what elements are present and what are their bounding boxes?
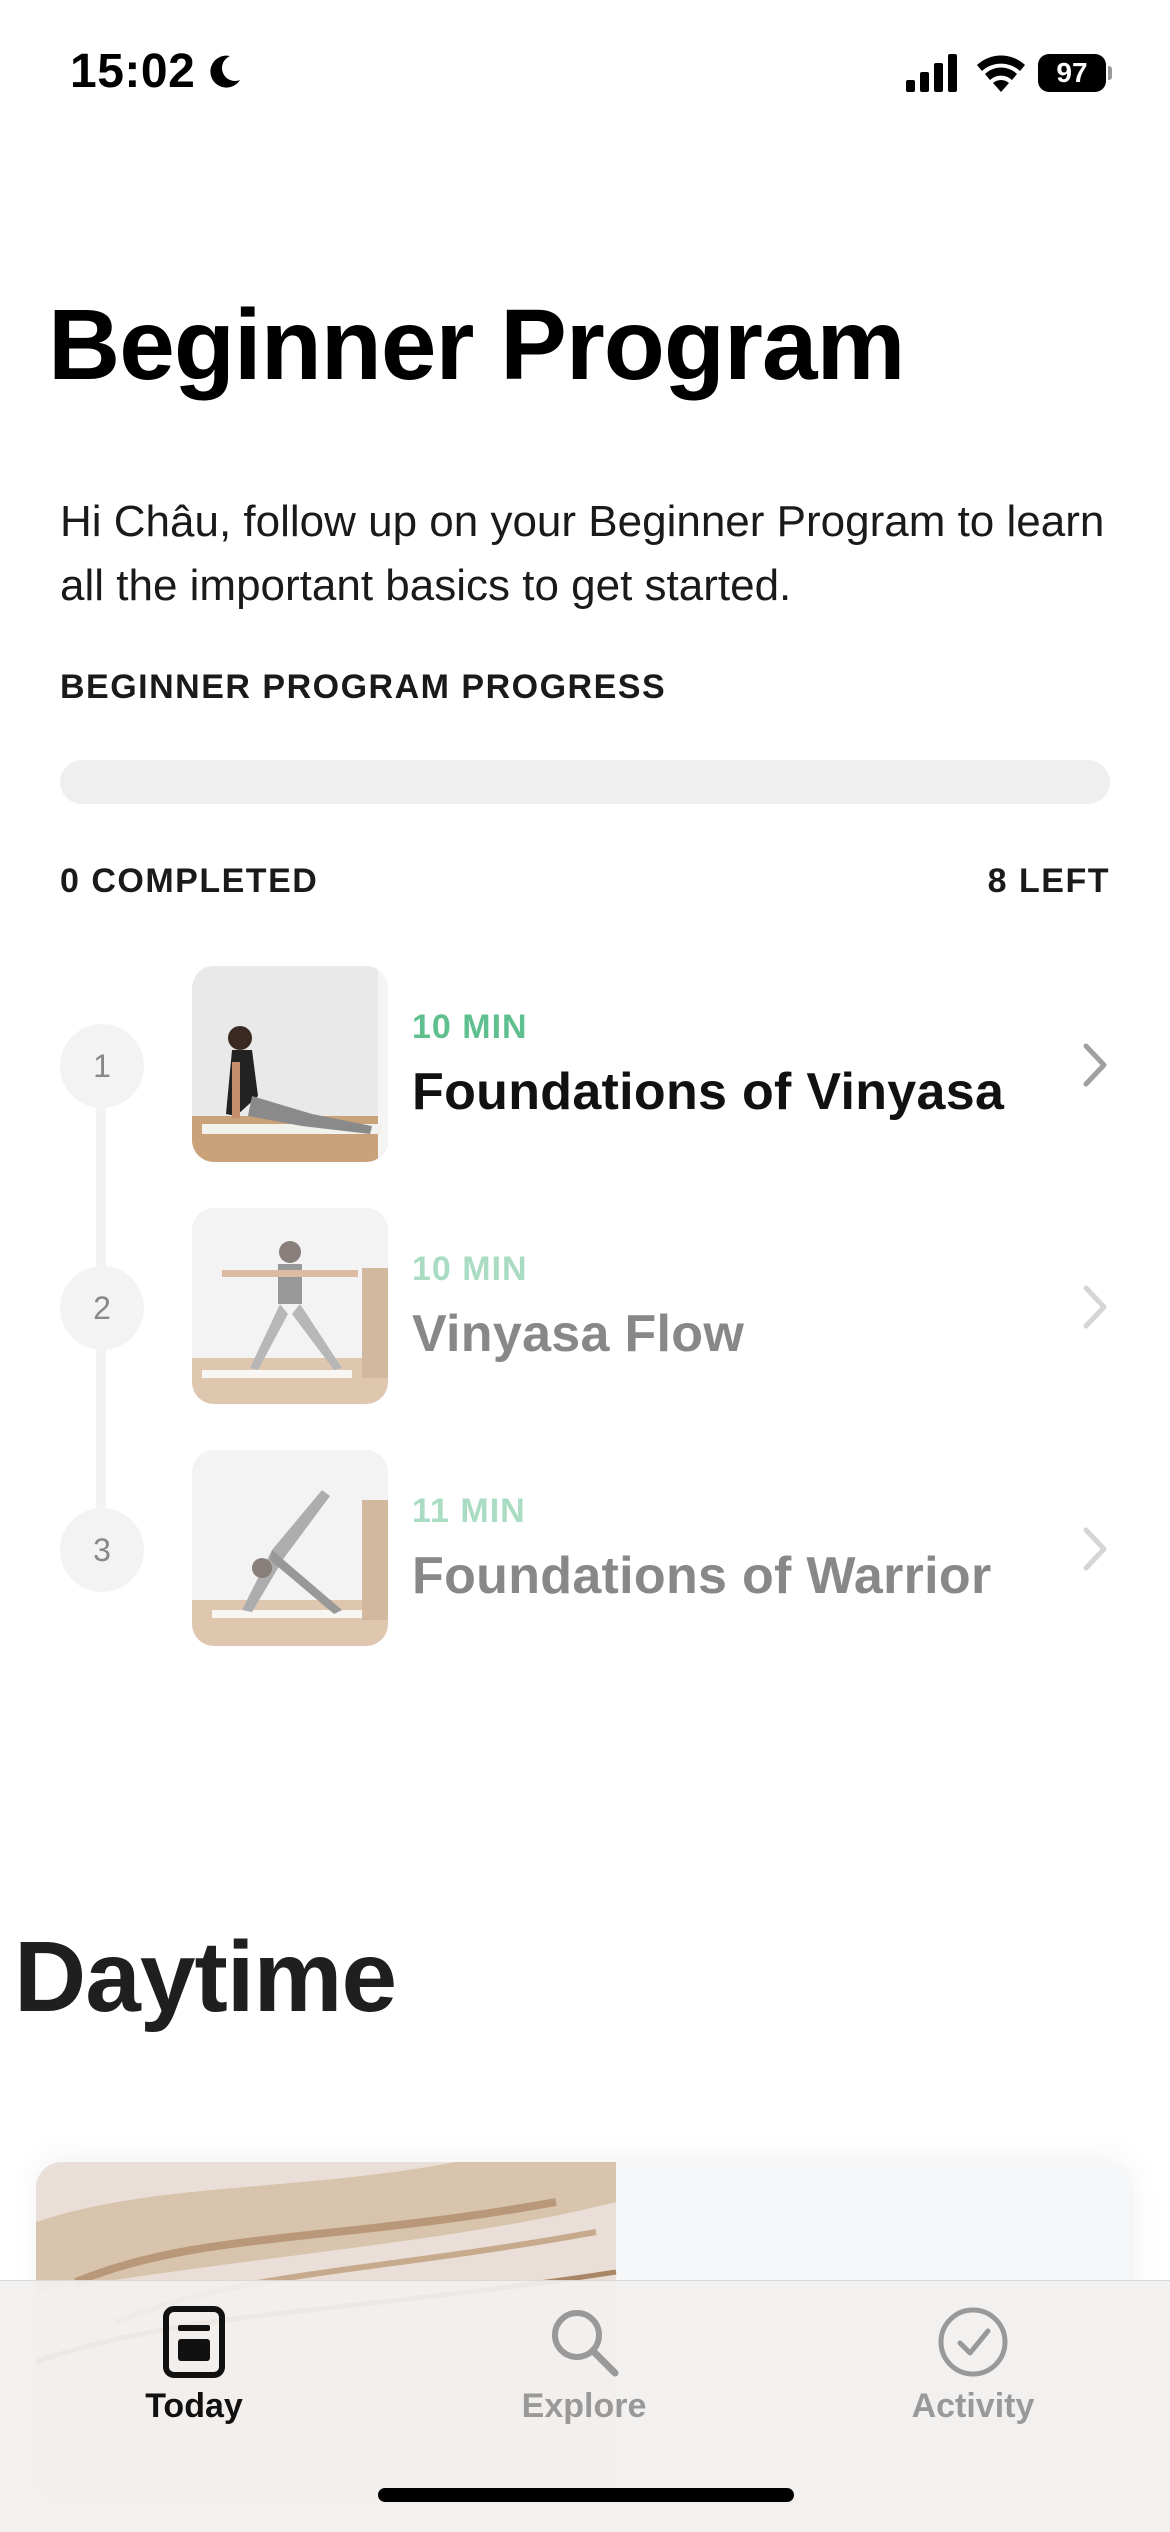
progress-bar (60, 760, 1110, 804)
item-duration: 10 MIN (412, 1008, 528, 1046)
step-number: 1 (60, 1024, 144, 1108)
home-indicator (378, 2488, 794, 2502)
today-icon (163, 2306, 225, 2378)
moon-icon (210, 55, 240, 88)
status-time: 15:02 (70, 45, 196, 98)
battery-icon: 97 (1038, 54, 1112, 92)
class-thumbnail (192, 1208, 388, 1404)
item-title: Foundations of Warrior (412, 1547, 992, 1605)
tab-label: Today (145, 2387, 243, 2425)
class-thumbnail (192, 966, 388, 1162)
item-duration: 11 MIN (412, 1492, 526, 1530)
program-item-foundations-of-vinyasa[interactable]: 1 10 MIN Foundations of Vinyasa (0, 966, 1170, 1166)
checkmark-circle-icon (938, 2307, 1008, 2377)
search-icon (552, 2310, 619, 2377)
battery-tip (1108, 66, 1112, 80)
completed-count: 0 COMPLETED (60, 862, 319, 900)
step-number: 2 (60, 1266, 144, 1350)
progress-heading: BEGINNER PROGRAM PROGRESS (60, 668, 667, 706)
chevron-right-icon (1083, 1527, 1107, 1571)
program-item-foundations-of-warrior[interactable]: 3 11 MIN Foundations of Warrior (0, 1450, 1170, 1650)
status-bar: 15:02 97 (0, 0, 1170, 150)
tab-label: Activity (911, 2387, 1035, 2425)
item-title: Foundations of Vinyasa (412, 1063, 1005, 1121)
remaining-count: 8 LEFT (987, 862, 1110, 900)
item-duration: 10 MIN (412, 1250, 528, 1288)
page-title: Beginner Program (48, 289, 905, 401)
tab-explore[interactable]: Explore (454, 2305, 714, 2445)
battery-level: 97 (1038, 54, 1106, 92)
intro-text: Hi Châu, follow up on your Beginner Prog… (60, 497, 1105, 610)
item-title: Vinyasa Flow (412, 1305, 745, 1363)
section-title-daytime: Daytime (14, 1921, 397, 2033)
program-item-vinyasa-flow[interactable]: 2 10 MIN Vinyasa Flow (0, 1208, 1170, 1408)
signal-icon (906, 54, 957, 92)
tab-label: Explore (521, 2387, 647, 2425)
chevron-right-icon (1083, 1285, 1107, 1329)
tab-activity[interactable]: Activity (843, 2305, 1103, 2445)
class-thumbnail (192, 1450, 388, 1646)
tab-today[interactable]: Today (64, 2305, 324, 2445)
chevron-right-icon (1083, 1043, 1107, 1087)
wifi-icon (977, 55, 1025, 92)
step-number: 3 (60, 1508, 144, 1592)
